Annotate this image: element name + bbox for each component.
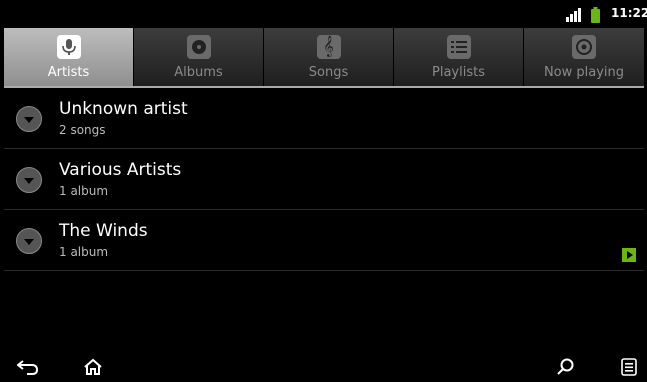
expand-icon[interactable] (16, 167, 42, 193)
tab-playlists[interactable]: Playlists (394, 28, 524, 86)
search-icon (557, 358, 574, 375)
expand-icon[interactable] (16, 106, 42, 132)
clock: 11:22 (611, 6, 647, 20)
list-item[interactable]: The Winds 1 album (4, 210, 644, 271)
menu-button[interactable] (617, 356, 641, 378)
now-playing-icon (572, 35, 596, 59)
artist-name: The Winds (59, 221, 148, 241)
tab-label: Playlists (432, 65, 485, 80)
list-item[interactable]: Various Artists 1 album (4, 149, 644, 210)
list-item[interactable]: Unknown artist 2 songs (4, 88, 644, 149)
tab-artists[interactable]: Artists (4, 28, 134, 86)
tab-label: Now playing (543, 65, 625, 80)
home-button[interactable] (81, 356, 105, 378)
artist-detail: 1 album (59, 184, 109, 198)
battery-icon (591, 7, 600, 23)
navigation-bar (0, 352, 647, 382)
tab-label: Artists (47, 65, 90, 80)
expand-icon[interactable] (16, 228, 42, 254)
tab-songs[interactable]: 𝄞 Songs (264, 28, 394, 86)
tab-label: Albums (174, 65, 223, 80)
microphone-icon (56, 35, 81, 59)
artist-name: Unknown artist (59, 99, 188, 119)
menu-icon (621, 358, 637, 376)
now-playing-indicator-icon (622, 248, 636, 262)
artist-name: Various Artists (59, 160, 182, 180)
disc-icon (186, 35, 211, 59)
treble-clef-icon: 𝄞 (316, 35, 341, 59)
artist-list: Unknown artist 2 songs Various Artists 1… (4, 88, 644, 271)
back-button[interactable] (16, 356, 40, 378)
tab-now-playing[interactable]: Now playing (524, 28, 644, 86)
status-bar: 11:22 (0, 0, 647, 28)
artist-detail: 2 songs (59, 123, 106, 137)
back-arrow-icon (17, 360, 39, 375)
list-icon (446, 35, 471, 59)
artist-detail: 1 album (59, 245, 109, 259)
tab-albums[interactable]: Albums (134, 28, 264, 86)
signal-bars-icon (566, 8, 581, 22)
tab-bar: Artists Albums 𝄞 Songs Playlists Now pla… (4, 28, 644, 88)
search-button[interactable] (554, 356, 578, 378)
home-icon (84, 358, 102, 375)
tab-label: Songs (308, 65, 349, 80)
